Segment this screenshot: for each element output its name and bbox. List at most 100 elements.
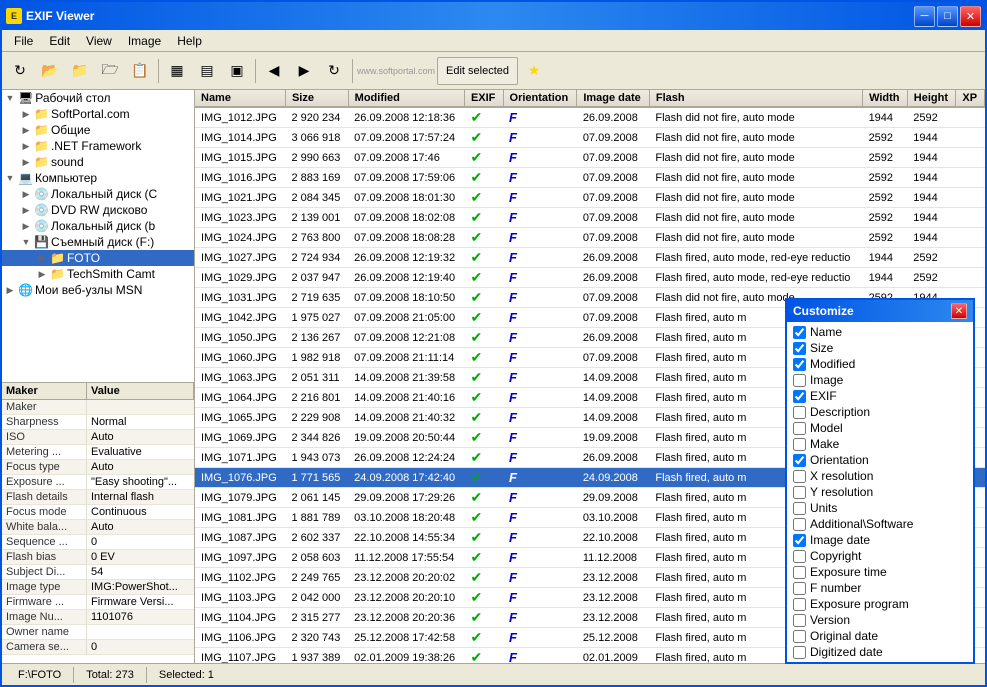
customize-checkbox[interactable] — [793, 390, 806, 403]
customize-item[interactable]: Image — [789, 372, 971, 388]
table-row[interactable]: IMG_1029.JPG 2 037 947 26.09.2008 12:19:… — [195, 268, 985, 288]
tree-item-dvd[interactable]: ▶ 💿 DVD RW дисково — [2, 202, 194, 218]
table-row[interactable]: IMG_1021.JPG 2 084 345 07.09.2008 18:01:… — [195, 188, 985, 208]
col-width[interactable]: Width — [863, 90, 908, 107]
tree-item-msn[interactable]: ▶ 🌐 Мои веб-узлы MSN — [2, 282, 194, 298]
expander[interactable]: ▶ — [18, 205, 34, 216]
table-row[interactable]: IMG_1015.JPG 2 990 663 07.09.2008 17:46 … — [195, 148, 985, 168]
customize-item[interactable]: F number — [789, 580, 971, 596]
tb-folder-up[interactable]: 📁 — [66, 57, 94, 85]
customize-item[interactable]: Version — [789, 612, 971, 628]
table-row[interactable]: IMG_1023.JPG 2 139 001 07.09.2008 18:02:… — [195, 208, 985, 228]
customize-checkbox[interactable] — [793, 550, 806, 563]
customize-item[interactable]: Digitized date — [789, 644, 971, 660]
expander[interactable]: ▶ — [2, 285, 18, 296]
col-height[interactable]: Height — [907, 90, 956, 107]
table-row[interactable]: IMG_1024.JPG 2 763 800 07.09.2008 18:08:… — [195, 228, 985, 248]
tb-prev[interactable]: ◀ — [260, 57, 288, 85]
col-size[interactable]: Size — [285, 90, 348, 107]
customize-item[interactable]: Modified — [789, 356, 971, 372]
customize-checkbox[interactable] — [793, 502, 806, 515]
tb-view1[interactable]: ▦ — [163, 57, 191, 85]
customize-checkbox[interactable] — [793, 486, 806, 499]
customize-checkbox[interactable] — [793, 646, 806, 659]
col-image-date[interactable]: Image date — [577, 90, 650, 107]
expander[interactable]: ▶ — [18, 141, 34, 152]
tree-item-desktop[interactable]: ▼ 🖥 Рабочий стол — [2, 90, 194, 106]
customize-checkbox[interactable] — [793, 342, 806, 355]
tree-item-softportal[interactable]: ▶ 📁 SoftPortal.com — [2, 106, 194, 122]
close-button[interactable]: ✕ — [960, 6, 981, 27]
customize-checkbox[interactable] — [793, 406, 806, 419]
customize-checkbox[interactable] — [793, 534, 806, 547]
tb-star[interactable]: ★ — [520, 57, 548, 85]
expander[interactable]: ▶ — [18, 221, 34, 232]
expander[interactable]: ▶ — [34, 253, 50, 264]
customize-item[interactable]: Size — [789, 340, 971, 356]
customize-checkbox[interactable] — [793, 374, 806, 387]
tree-item-sound[interactable]: ▶ 📁 sound — [2, 154, 194, 170]
edit-selected-button[interactable]: Edit selected — [437, 57, 518, 85]
customize-item[interactable]: Description — [789, 404, 971, 420]
customize-item[interactable]: Orientation — [789, 452, 971, 468]
tree-item-diskb[interactable]: ▶ 💿 Локальный диск (b — [2, 218, 194, 234]
expander[interactable]: ▼ — [2, 173, 18, 183]
customize-item[interactable]: Original date — [789, 628, 971, 644]
menu-help[interactable]: Help — [169, 32, 210, 50]
tree-item-techsmith[interactable]: ▶ 📁 TechSmith Camt — [2, 266, 194, 282]
col-modified[interactable]: Modified — [348, 90, 464, 107]
customize-checkbox[interactable] — [793, 358, 806, 371]
table-row[interactable]: IMG_1014.JPG 3 066 918 07.09.2008 17:57:… — [195, 128, 985, 148]
dialog-close-button[interactable]: ✕ — [951, 303, 967, 319]
customize-item[interactable]: Y resolution — [789, 484, 971, 500]
customize-checkbox[interactable] — [793, 326, 806, 339]
tree-item-obshie[interactable]: ▶ 📁 Общие — [2, 122, 194, 138]
col-orientation[interactable]: Orientation — [503, 90, 577, 107]
minimize-button[interactable]: ─ — [914, 6, 935, 27]
customize-item[interactable]: Name — [789, 324, 971, 340]
tb-folder-open[interactable]: 📂 — [36, 57, 64, 85]
menu-view[interactable]: View — [78, 32, 120, 50]
customize-checkbox[interactable] — [793, 566, 806, 579]
customize-checkbox[interactable] — [793, 630, 806, 643]
customize-item[interactable]: Exposure time — [789, 564, 971, 580]
customize-item[interactable]: Units — [789, 500, 971, 516]
tb-next[interactable]: ▶ — [290, 57, 318, 85]
expander[interactable]: ▶ — [18, 109, 34, 120]
expander[interactable]: ▼ — [18, 237, 34, 247]
table-row[interactable]: IMG_1027.JPG 2 724 934 26.09.2008 12:19:… — [195, 248, 985, 268]
tree-item-diskf[interactable]: ▼ 💾 Съемный диск (F:) — [2, 234, 194, 250]
tree-item-computer[interactable]: ▼ 💻 Компьютер — [2, 170, 194, 186]
customize-checkbox[interactable] — [793, 470, 806, 483]
tb-rotate[interactable]: ↻ — [320, 57, 348, 85]
customize-item[interactable]: Copyright — [789, 548, 971, 564]
customize-item[interactable]: X resolution — [789, 468, 971, 484]
tree-item-foto[interactable]: ▶ 📁 FOTO — [2, 250, 194, 266]
tree-item-diskc[interactable]: ▶ 💿 Локальный диск (C — [2, 186, 194, 202]
expander[interactable]: ▶ — [18, 189, 34, 200]
col-flash[interactable]: Flash — [649, 90, 862, 107]
expander[interactable]: ▶ — [34, 269, 50, 280]
customize-checkbox[interactable] — [793, 662, 806, 663]
tb-copy[interactable]: 📋 — [126, 57, 154, 85]
table-row[interactable]: IMG_1016.JPG 2 883 169 07.09.2008 17:59:… — [195, 168, 985, 188]
customize-checkbox[interactable] — [793, 518, 806, 531]
tb-view2[interactable]: ▤ — [193, 57, 221, 85]
col-exif[interactable]: EXIF — [464, 90, 503, 107]
tb-refresh[interactable]: ↻ — [6, 57, 34, 85]
customize-item[interactable]: EXIF — [789, 388, 971, 404]
customize-checkbox[interactable] — [793, 422, 806, 435]
customize-checkbox[interactable] — [793, 438, 806, 451]
customize-checkbox[interactable] — [793, 598, 806, 611]
customize-item[interactable]: Model — [789, 420, 971, 436]
expander[interactable]: ▶ — [18, 125, 34, 136]
folder-tree[interactable]: ▼ 🖥 Рабочий стол ▶ 📁 SoftPortal.com ▶ 📁 … — [2, 90, 194, 383]
menu-image[interactable]: Image — [120, 32, 169, 50]
customize-item[interactable]: Exposure program — [789, 596, 971, 612]
tb-view3[interactable]: ▣ — [223, 57, 251, 85]
tree-item-net[interactable]: ▶ 📁 .NET Framework — [2, 138, 194, 154]
customize-item[interactable]: Image date — [789, 532, 971, 548]
table-row[interactable]: IMG_1012.JPG 2 920 234 26.09.2008 12:18:… — [195, 107, 985, 128]
customize-item[interactable]: Additional\Compressed BPP — [789, 660, 971, 662]
customize-checkbox[interactable] — [793, 582, 806, 595]
